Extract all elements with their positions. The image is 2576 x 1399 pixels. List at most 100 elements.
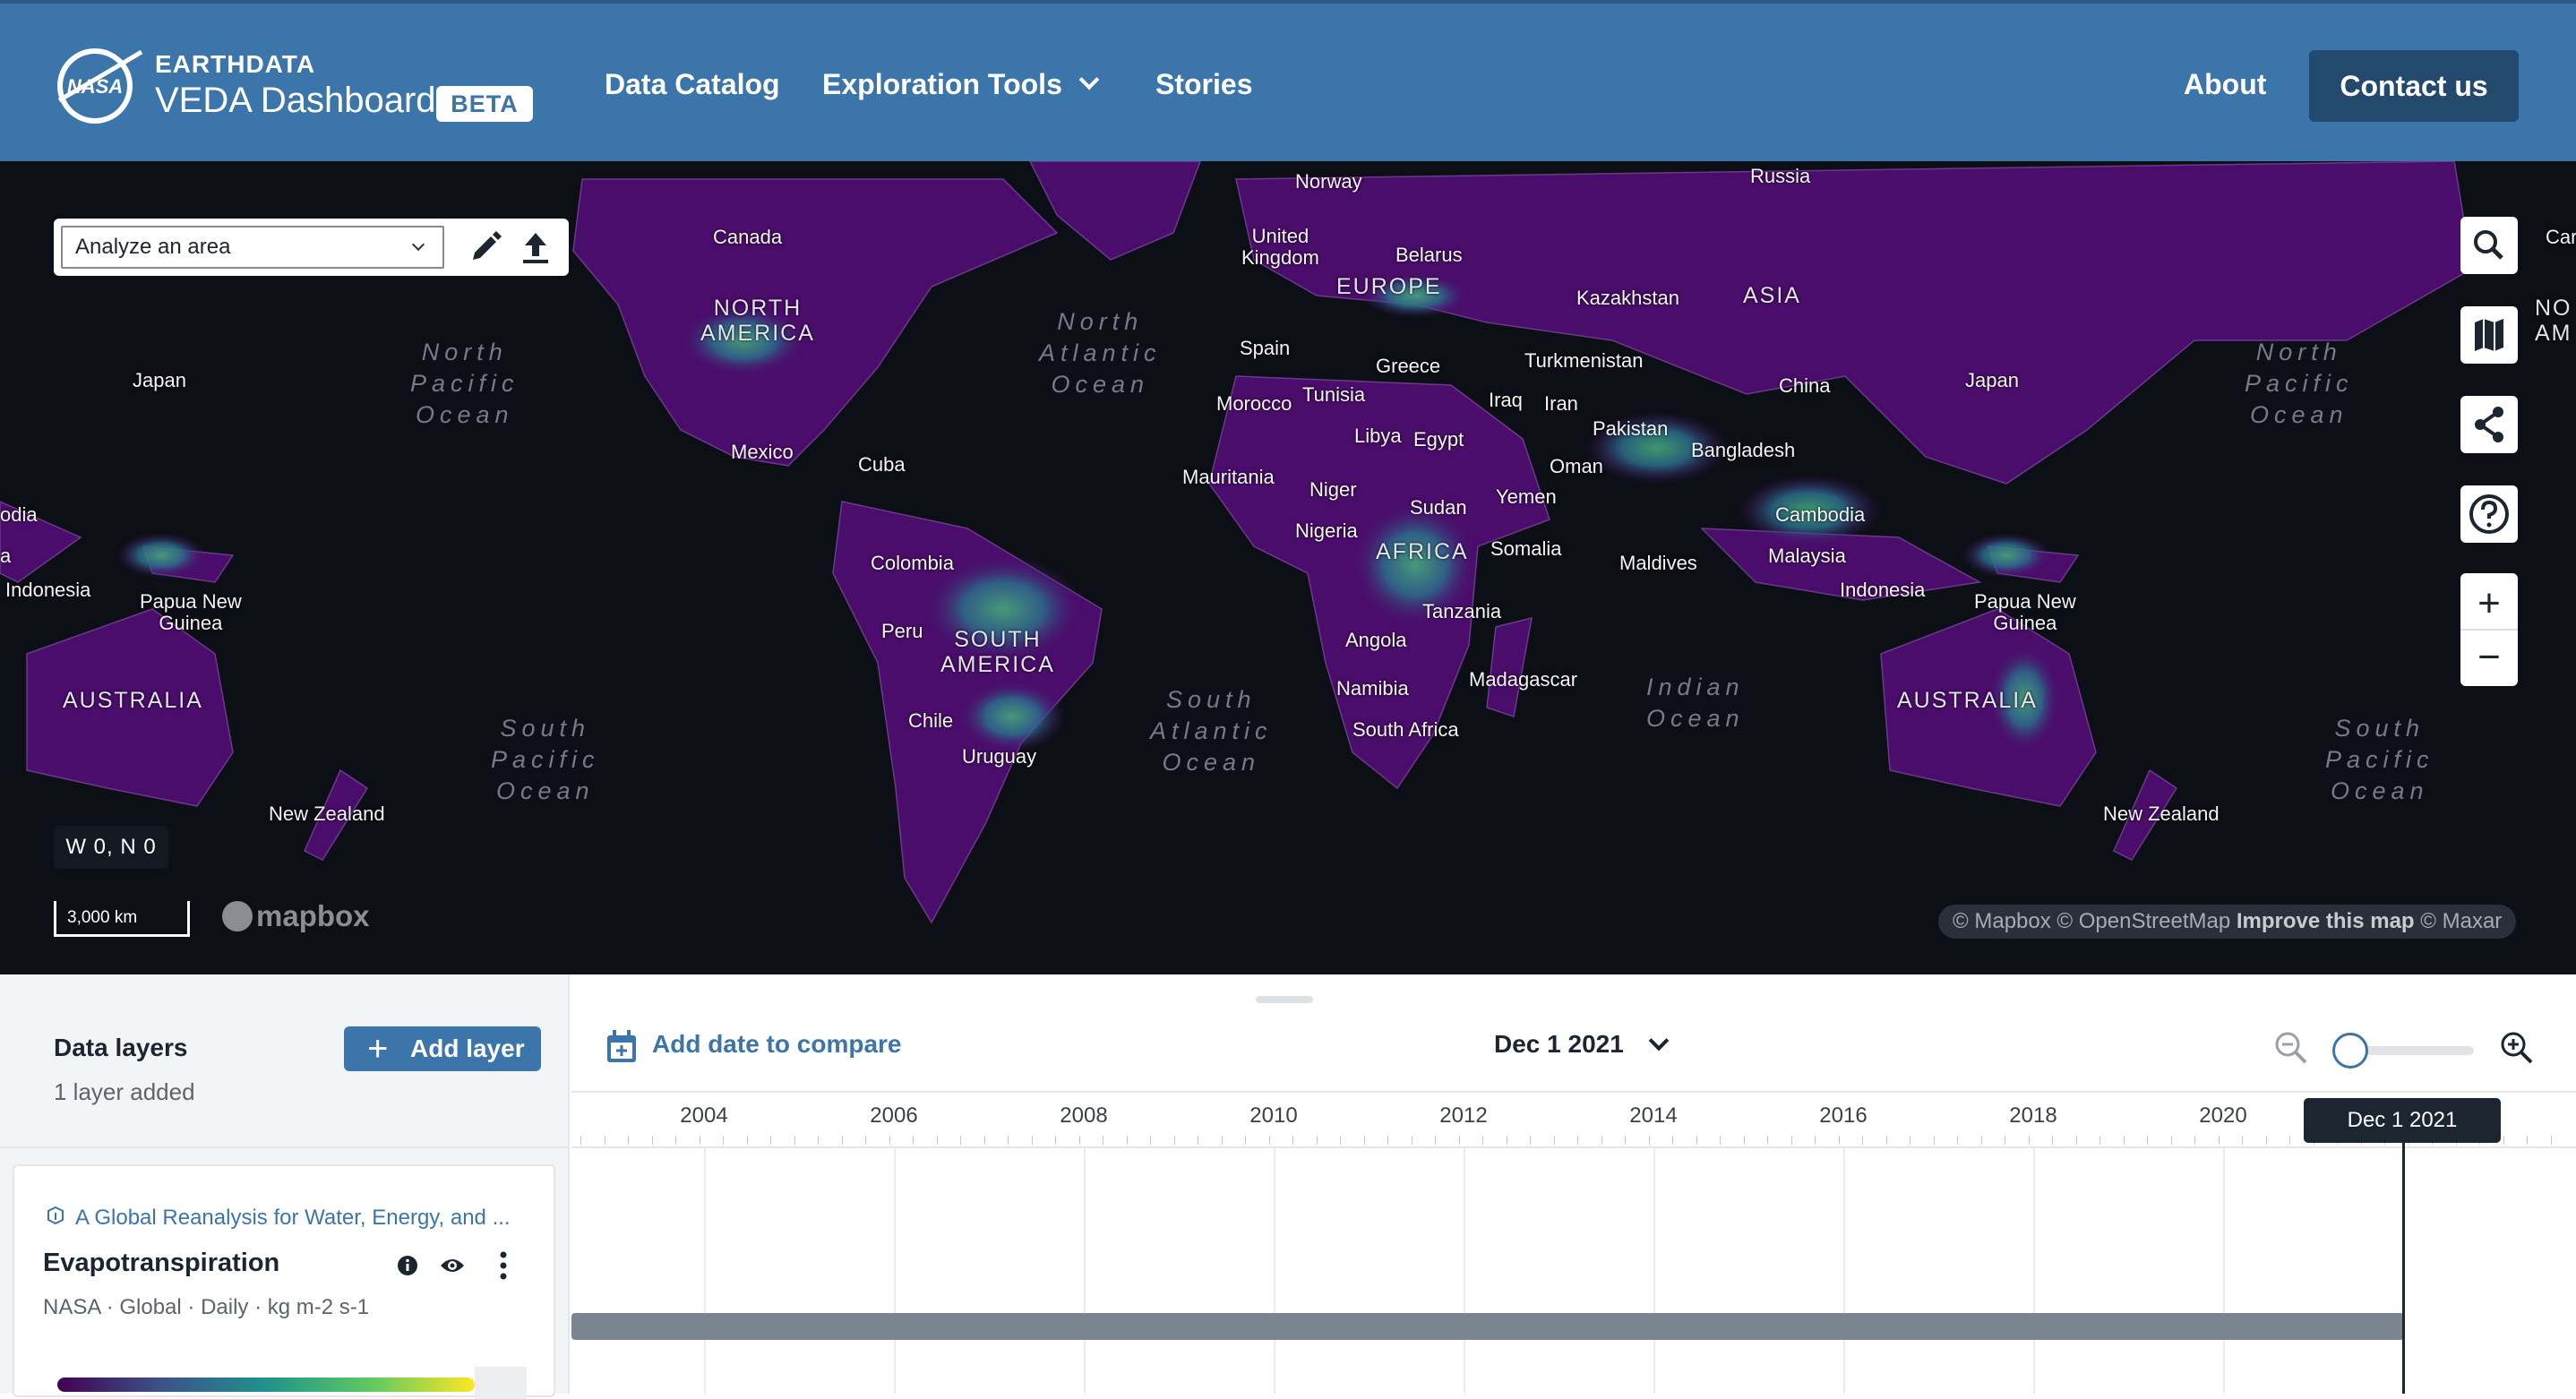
map-label: Cambodia [1775, 503, 1866, 526]
panel-resize-handle[interactable] [1256, 996, 1313, 1003]
timeline-tick [1577, 1136, 1578, 1145]
info-icon[interactable] [396, 1254, 419, 1277]
timeline-tick [1292, 1136, 1293, 1145]
chevron-down-icon [411, 237, 425, 252]
timeline-tick [865, 1136, 866, 1145]
attribution-osm[interactable]: © OpenStreetMap [2057, 909, 2230, 933]
map-canvas [0, 161, 2473, 924]
nav-about[interactable]: About [2184, 68, 2266, 101]
analyze-area-select[interactable]: Analyze an area [61, 226, 444, 269]
map-zoom-controls: + − [2460, 573, 2518, 686]
timeline-tick [723, 1136, 724, 1145]
selected-date[interactable]: Dec 1 2021 [1494, 1030, 1624, 1059]
map-label: Morocco [1216, 392, 1292, 415]
map-label: Mexico [731, 441, 794, 463]
timeline-tick [2147, 1136, 2148, 1145]
share-button[interactable] [2460, 396, 2518, 453]
nasa-logo[interactable]: NASA [52, 43, 145, 127]
mapbox-logo[interactable]: mapbox [222, 899, 370, 933]
timeline-tick [1530, 1136, 1531, 1145]
map-search-button[interactable] [2460, 217, 2518, 274]
map-label: AUSTRALIA [1897, 688, 2038, 713]
map-label: Pakistan [1593, 417, 1669, 440]
layer-card[interactable]: A Global Reanalysis for Water, Energy, a… [13, 1164, 555, 1399]
zoom-out-button[interactable]: − [2460, 631, 2518, 684]
layer-dataset-link[interactable]: A Global Reanalysis for Water, Energy, a… [75, 1206, 511, 1231]
timeline-tick [1316, 1136, 1318, 1145]
timeline-panel[interactable]: Add date to compare Dec 1 2021 2004 2006 2… [571, 974, 2576, 1394]
attribution-improve[interactable]: Improve this map [2237, 909, 2415, 933]
eye-icon[interactable] [439, 1256, 466, 1275]
timeline-cursor[interactable] [2402, 1141, 2405, 1394]
nav-stories[interactable]: Stories [1155, 68, 1252, 101]
map-label: AFRICA [1376, 539, 1469, 564]
add-layer-button[interactable]: + Add layer [344, 1026, 541, 1071]
basemap-button[interactable] [2460, 306, 2518, 364]
map-label: Belarus [1395, 244, 1463, 266]
timeline-tick [1340, 1136, 1341, 1145]
zoom-in-icon[interactable] [2497, 1028, 2537, 1068]
zoom-in-button[interactable]: + [2460, 577, 2518, 631]
vegetation-png-east [1962, 533, 2051, 578]
map-label: Canada [713, 226, 783, 248]
nav-data-catalog[interactable]: Data Catalog [605, 68, 780, 101]
timeline-tick [1150, 1136, 1151, 1145]
timeline-tick [675, 1136, 676, 1145]
add-date-compare-button[interactable]: Add date to compare [652, 1030, 901, 1059]
attribution-mapbox[interactable]: © Mapbox [1953, 909, 2051, 933]
timeline-tick [580, 1136, 581, 1145]
timeline-tick [1055, 1136, 1056, 1145]
search-icon [2474, 230, 2503, 260]
map-label: Maldives [1619, 552, 1697, 574]
map-label: odia [0, 503, 38, 526]
map-label: Tanzania [1422, 600, 1502, 622]
nav-exploration-tools[interactable]: Exploration Tools [822, 68, 1100, 101]
timeline-cursor-label[interactable]: Dec 1 2021 [2304, 1098, 2501, 1143]
upload-icon[interactable] [516, 227, 555, 267]
map-label: Greece [1376, 355, 1441, 377]
map-label: New Zealand [269, 802, 385, 825]
map-label: Papua New Guinea [140, 590, 242, 634]
land-north-america [572, 178, 1059, 467]
timeline-tick [2099, 1136, 2100, 1145]
brand-title[interactable]: VEDA Dashboard [155, 81, 436, 121]
timeline-tick [1268, 1136, 1270, 1145]
timeline-tick [1980, 1136, 1982, 1145]
map-label: United Kingdom [1241, 225, 1319, 269]
timeline-tick [2028, 1136, 2030, 1145]
land-greenland [1029, 161, 1201, 261]
map-label: Indonesia [1840, 579, 1926, 601]
map-label: Nigeria [1295, 519, 1358, 542]
timeline-tick [1173, 1136, 1175, 1145]
layer-legend-toggle[interactable] [475, 1367, 527, 1399]
timeline-tick [1008, 1136, 1009, 1145]
attribution-maxar[interactable]: © Maxar [2420, 909, 2502, 933]
map-label: NO AM [2535, 296, 2572, 346]
analyze-toolbar: Analyze an area [54, 219, 569, 276]
data-layers-panel: Data layers 1 layer added + Add layer A G… [0, 974, 570, 1399]
map-label: EUROPE [1336, 274, 1442, 299]
timeline-tick [1910, 1136, 1911, 1145]
timeline-tick [1435, 1136, 1436, 1145]
contact-us-button[interactable]: Contact us [2309, 50, 2519, 122]
bottom-panel: Data layers 1 layer added + Add layer A G… [0, 974, 2576, 1399]
help-button[interactable] [2460, 485, 2518, 543]
timeline-tick [1078, 1136, 1080, 1145]
map-view[interactable]: Norway Russia Canada Car United Kingdom … [0, 161, 2576, 974]
timeline-zoom-knob[interactable] [2332, 1033, 2368, 1069]
calendar-add-icon[interactable] [605, 1030, 638, 1064]
pencil-icon[interactable] [466, 227, 505, 267]
chevron-down-icon[interactable] [1648, 1030, 1670, 1051]
brand-top[interactable]: EARTHDATA [155, 50, 315, 79]
timeline-tick [770, 1136, 771, 1145]
timeline-tick [1601, 1136, 1602, 1145]
share-icon [2475, 407, 2503, 442]
timeline-gridline [894, 1148, 896, 1394]
nav-exploration-label: Exploration Tools [822, 68, 1062, 100]
map-label: Angola [1345, 629, 1407, 651]
zoom-out-icon[interactable] [2271, 1028, 2311, 1068]
layer-timeline-bar[interactable] [571, 1313, 2404, 1340]
more-options-icon[interactable] [498, 1250, 509, 1281]
timeline-tick [1482, 1136, 1483, 1145]
map-label: North Pacific Ocean [410, 339, 519, 428]
